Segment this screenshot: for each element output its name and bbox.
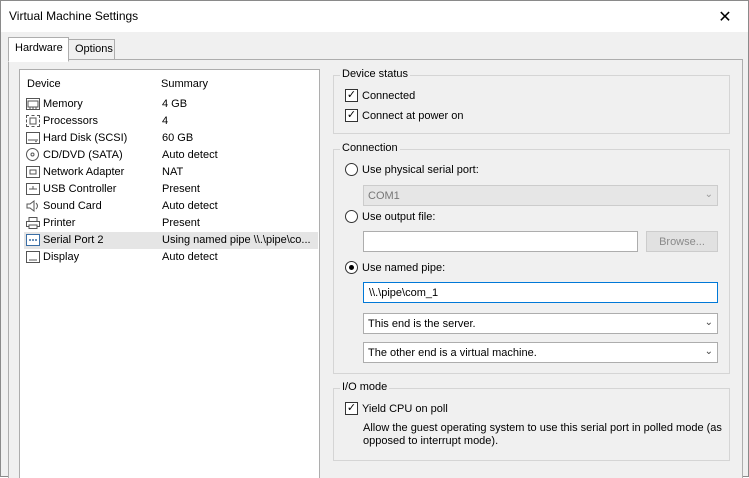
other-end-select[interactable]: The other end is a virtual machine. ⌄	[363, 342, 718, 363]
memory-icon	[26, 98, 40, 110]
named-pipe-label[interactable]: Use named pipe:	[362, 262, 445, 274]
physical-port-select[interactable]: COM1 ⌄	[363, 185, 718, 206]
device-summary: Using named pipe \\.\pipe\co...	[162, 234, 311, 246]
device-name: Hard Disk (SCSI)	[43, 132, 128, 144]
device-column-header[interactable]: Device	[27, 78, 61, 90]
printer-icon	[26, 217, 40, 229]
device-row-memory[interactable]: Memory 4 GB	[24, 96, 318, 113]
hard-disk-icon	[26, 132, 40, 144]
connect-at-power-on-checkbox[interactable]: ✓	[345, 109, 358, 122]
output-file-label[interactable]: Use output file:	[362, 211, 435, 223]
network-adapter-icon	[26, 166, 40, 178]
device-row-serial-port-2[interactable]: Serial Port 2 Using named pipe \\.\pipe\…	[24, 232, 318, 249]
device-summary: Auto detect	[162, 251, 218, 263]
device-name: Memory	[43, 98, 83, 110]
device-summary: 4	[162, 115, 169, 127]
connection-title: Connection	[340, 142, 400, 154]
serial-port-icon	[26, 234, 40, 246]
device-list[interactable]: Device Summary Memory 4 GB Processors 4 …	[19, 69, 320, 478]
device-summary: 60 GB	[162, 132, 194, 144]
output-file-input[interactable]	[363, 231, 638, 252]
device-name: CD/DVD (SATA)	[43, 149, 123, 161]
device-summary: NAT	[162, 166, 184, 178]
tab-hardware[interactable]: Hardware	[8, 37, 69, 62]
window-title: Virtual Machine Settings	[9, 9, 139, 23]
device-status-title: Device status	[340, 68, 411, 80]
tab-options[interactable]: Options	[68, 39, 115, 61]
display-icon	[26, 251, 40, 263]
physical-port-value: COM1	[368, 190, 400, 202]
device-row-sound-card[interactable]: Sound Card Auto detect	[24, 198, 318, 215]
device-summary: Present	[162, 217, 200, 229]
connect-at-power-on-label[interactable]: Connect at power on	[362, 110, 464, 122]
named-pipe-input[interactable]: \\.\pipe\com_1	[363, 282, 718, 303]
chevron-down-icon: ⌄	[704, 189, 713, 200]
this-end-value: This end is the server.	[368, 318, 476, 330]
physical-serial-port-radio[interactable]	[345, 163, 358, 176]
io-mode-title: I/O mode	[340, 381, 390, 393]
device-summary: Present	[162, 183, 200, 195]
chevron-down-icon: ⌄	[704, 317, 713, 328]
device-status-group: Device status ✓ Connected ✓ Connect at p…	[333, 68, 730, 134]
device-row-usb-controller[interactable]: USB Controller Present	[24, 181, 318, 198]
named-pipe-value: \\.\pipe\com_1	[369, 287, 439, 299]
device-row-display[interactable]: Display Auto detect	[24, 249, 318, 266]
usb-icon	[26, 183, 40, 195]
device-row-cd-dvd[interactable]: CD/DVD (SATA) Auto detect	[24, 147, 318, 164]
device-name: Network Adapter	[43, 166, 125, 178]
io-mode-description: Allow the guest operating system to use …	[363, 422, 722, 447]
device-row-processors[interactable]: Processors 4	[24, 113, 318, 130]
output-file-radio[interactable]	[345, 210, 358, 223]
device-name: Sound Card	[43, 200, 102, 212]
browse-button[interactable]: Browse...	[646, 231, 718, 252]
close-icon[interactable]: ✕	[702, 1, 748, 32]
device-row-network-adapter[interactable]: Network Adapter NAT	[24, 164, 318, 181]
processor-icon	[26, 115, 40, 127]
device-summary: 4 GB	[162, 98, 188, 110]
other-end-value: The other end is a virtual machine.	[368, 347, 537, 359]
device-name: USB Controller	[43, 183, 117, 195]
connection-group: Connection Use physical serial port: COM…	[333, 142, 730, 374]
yield-cpu-checkbox[interactable]: ✓	[345, 402, 358, 415]
named-pipe-radio[interactable]	[345, 261, 358, 274]
device-row-hard-disk[interactable]: Hard Disk (SCSI) 60 GB	[24, 130, 318, 147]
title-bar: Virtual Machine Settings ✕	[1, 1, 748, 32]
device-name: Display	[43, 251, 80, 263]
device-summary: Auto detect	[162, 200, 218, 212]
connected-checkbox[interactable]: ✓	[345, 89, 358, 102]
device-name: Printer	[43, 217, 76, 229]
chevron-down-icon: ⌄	[704, 346, 713, 357]
device-summary: Auto detect	[162, 149, 218, 161]
io-mode-group: I/O mode ✓ Yield CPU on poll Allow the g…	[333, 381, 730, 461]
summary-column-header[interactable]: Summary	[161, 78, 208, 90]
device-row-printer[interactable]: Printer Present	[24, 215, 318, 232]
cd-dvd-icon	[26, 148, 39, 161]
yield-cpu-label[interactable]: Yield CPU on poll	[362, 403, 448, 415]
speaker-icon	[26, 200, 40, 212]
connected-label[interactable]: Connected	[362, 90, 415, 102]
this-end-select[interactable]: This end is the server. ⌄	[363, 313, 718, 334]
device-name: Processors	[43, 115, 99, 127]
vm-settings-window: Virtual Machine Settings ✕ Hardware Opti…	[0, 0, 749, 478]
device-name: Serial Port 2	[43, 234, 104, 246]
physical-serial-port-label[interactable]: Use physical serial port:	[362, 164, 479, 176]
